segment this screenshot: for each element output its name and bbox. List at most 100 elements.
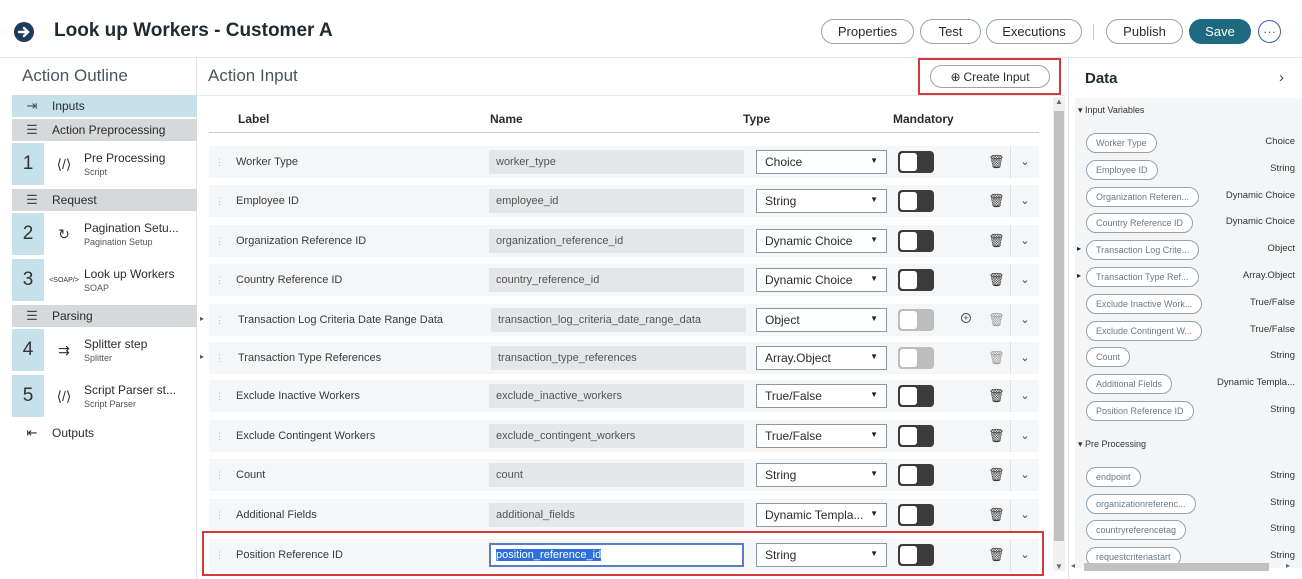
trash-icon[interactable]: 🗑 [988, 467, 1005, 483]
scroll-up-icon[interactable]: ▲ [1055, 97, 1063, 106]
mandatory-toggle[interactable] [898, 504, 934, 526]
drag-handle-icon[interactable]: ⋮ [215, 510, 224, 521]
variable-pill[interactable]: Employee ID [1086, 159, 1158, 180]
publish-button[interactable]: Publish [1106, 19, 1183, 44]
sidebar-section-action-preprocessing[interactable]: ☰ Action Preprocessing [12, 119, 197, 141]
input-variables-group[interactable]: ▾ Input Variables [1078, 105, 1144, 116]
variable-item[interactable]: Exclude Inactive Work... True/False [1075, 293, 1301, 316]
main-scrollbar[interactable]: ▲ ▼ [1053, 97, 1065, 571]
trash-icon[interactable]: 🗑 [988, 233, 1005, 249]
chevron-down-icon[interactable]: ⌄ [1010, 499, 1039, 531]
mandatory-toggle[interactable] [898, 269, 934, 291]
variable-item[interactable]: Additional Fields Dynamic Templa... [1075, 374, 1301, 396]
variable-pill[interactable]: Worker Type [1086, 133, 1157, 153]
mandatory-toggle[interactable] [898, 230, 934, 252]
expand-arrow-icon[interactable]: ▸ [200, 314, 204, 323]
type-select[interactable]: String ▼ [756, 463, 887, 487]
sidebar-step-splitter[interactable]: 4 ⇉ Splitter step Splitter [12, 329, 197, 371]
trash-icon[interactable]: 🗑 [988, 193, 1005, 209]
scroll-right-icon[interactable]: ▸ [1286, 561, 1290, 570]
add-child-icon[interactable]: + [961, 313, 971, 323]
table-row[interactable]: ⋮ Exclude Inactive Workers exclude_inactiv… [209, 380, 1039, 412]
drag-handle-icon[interactable]: ⋮ [215, 470, 224, 481]
mandatory-toggle[interactable] [898, 385, 934, 407]
variable-pill[interactable]: Transaction Log Crite... [1086, 240, 1200, 261]
table-row[interactable]: ⋮ Count count String ▼ 🗑 ⌄ [209, 459, 1039, 491]
mandatory-toggle[interactable] [898, 151, 934, 173]
scroll-thumb[interactable] [1084, 563, 1269, 571]
save-button[interactable]: Save [1189, 19, 1251, 44]
variable-item[interactable]: countryreferencetag String [1075, 520, 1301, 542]
mandatory-toggle[interactable] [898, 347, 934, 369]
variable-item[interactable]: ▸ Transaction Type Ref... Array.Object [1075, 267, 1301, 289]
create-input-button[interactable]: ⊕ Create Input [930, 65, 1050, 88]
variable-item[interactable]: Country Reference ID Dynamic Choice [1075, 213, 1301, 235]
sidebar-step-script-parser[interactable]: 5 ⟨/⟩ Script Parser st... Script Parser [12, 375, 197, 417]
name-input[interactable]: count [489, 463, 744, 487]
chevron-down-icon[interactable]: ⌄ [1010, 264, 1039, 296]
variable-pill[interactable]: Count [1086, 347, 1131, 368]
chevron-down-icon[interactable]: ⌄ [1010, 380, 1039, 412]
drag-handle-icon[interactable]: ⋮ [215, 275, 224, 286]
trash-icon[interactable]: 🗑 [988, 428, 1005, 444]
variable-item[interactable]: Organization Referen... Dynamic Choice [1075, 186, 1301, 209]
expand-arrow-icon[interactable]: ▸ [1077, 271, 1081, 280]
table-row[interactable]: ⋮ Worker Type worker_type Choice ▼ 🗑 ⌄ [209, 146, 1039, 178]
properties-button[interactable]: Properties [821, 19, 914, 44]
variable-pill[interactable]: organizationreferenc... [1086, 493, 1196, 514]
table-row[interactable]: ⋮ Additional Fields additional_fields Dynam… [209, 499, 1039, 531]
type-select[interactable]: Dynamic Choice ▼ [756, 268, 887, 292]
expand-arrow-icon[interactable]: ▸ [200, 352, 204, 361]
name-input[interactable]: transaction_log_criteria_date_range_data [491, 308, 746, 332]
sidebar-step-pagination[interactable]: 2 ↻ Pagination Setu... Pagination Setup [12, 213, 197, 255]
variable-pill[interactable]: Transaction Type Ref... [1086, 267, 1199, 287]
variable-item[interactable]: ▸ Transaction Log Crite... Object [1075, 240, 1301, 262]
trash-icon[interactable]: 🗑 [988, 507, 1005, 523]
data-panel-scrollbar[interactable]: ◂ ▸ [1068, 561, 1302, 573]
variable-item[interactable]: Employee ID String [1075, 159, 1301, 182]
sidebar-section-request[interactable]: ☰ Request [12, 189, 197, 211]
type-select[interactable]: String ▼ [756, 189, 887, 213]
name-input[interactable]: organization_reference_id [489, 229, 744, 253]
chevron-down-icon[interactable]: ⌄ [1010, 304, 1039, 336]
type-select[interactable]: Dynamic Templa... ▼ [756, 503, 887, 527]
trash-icon[interactable]: 🗑 [988, 388, 1005, 404]
more-options-icon[interactable]: ··· [1258, 20, 1281, 43]
variable-pill[interactable]: endpoint [1086, 467, 1141, 487]
table-row[interactable]: ⋮ Country Reference ID country_reference_i… [209, 264, 1039, 296]
name-input[interactable]: transaction_type_references [491, 346, 746, 370]
variable-item[interactable]: Position Reference ID String [1075, 401, 1301, 423]
trash-icon[interactable]: 🗑 [988, 272, 1005, 288]
mandatory-toggle[interactable] [898, 464, 934, 486]
drag-handle-icon[interactable]: ⋮ [215, 431, 224, 442]
table-row[interactable]: ▸ ⋮ Transaction Log Criteria Date Range Da… [200, 304, 1039, 336]
variable-pill[interactable]: Organization Referen... [1086, 186, 1200, 207]
drag-handle-icon[interactable]: ⋮ [215, 157, 224, 168]
sidebar-section-parsing[interactable]: ☰ Parsing [12, 305, 197, 327]
drag-handle-icon[interactable]: ⋮ [215, 353, 224, 364]
trash-icon[interactable]: 🗑 [988, 350, 1005, 366]
variable-pill[interactable]: countryreferencetag [1086, 520, 1187, 540]
name-input[interactable]: worker_type [489, 150, 744, 174]
type-select[interactable]: True/False ▼ [756, 384, 887, 408]
variable-item[interactable]: Exclude Contingent W... True/False [1075, 320, 1301, 343]
chevron-right-icon[interactable]: › [1279, 69, 1284, 86]
test-button[interactable]: Test [920, 19, 981, 44]
drag-handle-icon[interactable]: ⋮ [215, 196, 224, 207]
name-input[interactable]: employee_id [489, 189, 744, 213]
table-row[interactable]: ⋮ Exclude Contingent Workers exclude_conti… [209, 420, 1039, 452]
type-select[interactable]: Object ▼ [756, 308, 887, 332]
type-select[interactable]: Choice ▼ [756, 150, 887, 174]
executions-button[interactable]: Executions [986, 19, 1082, 44]
trash-icon[interactable]: 🗑 [988, 154, 1005, 170]
chevron-down-icon[interactable]: ⌄ [1010, 146, 1039, 178]
drag-handle-icon[interactable]: ⋮ [215, 391, 224, 402]
pre-processing-group[interactable]: ▾ Pre Processing [1078, 439, 1146, 450]
sidebar-step-pre-processing[interactable]: 1 ⟨/⟩ Pre Processing Script [12, 143, 197, 185]
variable-item[interactable]: endpoint String [1075, 467, 1301, 489]
variable-item[interactable]: organizationreferenc... String [1075, 493, 1301, 516]
scroll-thumb[interactable] [1054, 111, 1064, 541]
drag-handle-icon[interactable]: ⋮ [215, 236, 224, 247]
chevron-down-icon[interactable]: ⌄ [1010, 342, 1039, 374]
type-select[interactable]: Dynamic Choice ▼ [756, 229, 887, 253]
